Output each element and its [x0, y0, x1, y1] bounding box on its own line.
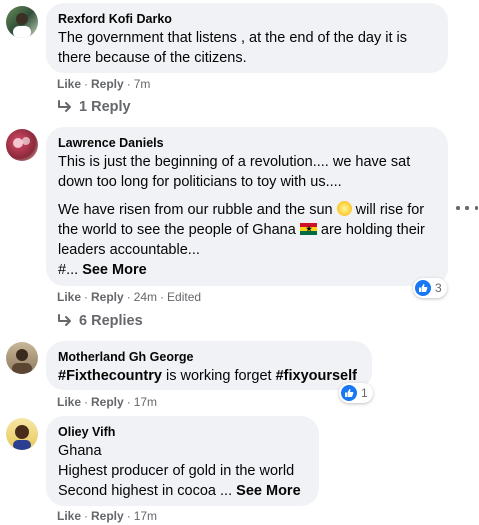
see-more-link[interactable]: See More: [236, 483, 300, 499]
reaction-count-badge[interactable]: 1: [339, 383, 373, 403]
comment-text-paragraph-2: We have risen from our rubble and the su…: [58, 200, 436, 280]
view-replies-button[interactable]: 6 Replies: [57, 311, 143, 331]
timestamp[interactable]: 17m: [134, 395, 157, 409]
like-button[interactable]: Like: [57, 509, 81, 523]
like-button[interactable]: Like: [57, 290, 81, 304]
comment-text: #Fixthecountry is working forget #fixyou…: [58, 366, 360, 386]
avatar[interactable]: [6, 418, 38, 450]
replies-count: 1 Reply: [79, 99, 131, 115]
reply-button[interactable]: Reply: [91, 509, 124, 523]
avatar[interactable]: [6, 342, 38, 374]
comment-bubble: Oliey Vifh Ghana Highest producer of gol…: [46, 416, 319, 506]
comment-author[interactable]: Rexford Kofi Darko: [58, 11, 436, 27]
like-button[interactable]: Like: [57, 395, 81, 409]
comment-bubble: Motherland Gh George #Fixthecountry is w…: [46, 341, 372, 390]
comment-bubble: Lawrence Daniels This is just the beginn…: [46, 127, 448, 286]
edited-label: Edited: [167, 290, 202, 304]
comment-actions: Like · Reply · 17m: [57, 509, 158, 523]
sun-emoji-icon: [336, 201, 352, 216]
text-segment: We have risen from our rubble and the su…: [58, 202, 333, 218]
reaction-count: 3: [435, 281, 442, 295]
see-more-link[interactable]: See More: [82, 262, 146, 278]
comment-text-line-3: Second highest in cocoa ... See More: [58, 481, 307, 501]
reply-button[interactable]: Reply: [91, 290, 124, 304]
replies-count: 6 Replies: [79, 313, 143, 329]
comment-actions: Like · Reply · 17m: [57, 395, 158, 409]
comment-text-paragraph-1: This is just the beginning of a revoluti…: [58, 154, 411, 190]
reaction-count: 1: [361, 386, 368, 400]
more-options-icon: [456, 206, 460, 210]
timestamp[interactable]: 7m: [134, 77, 151, 91]
text-segment: is working forget: [165, 368, 272, 384]
reply-button[interactable]: Reply: [91, 395, 124, 409]
avatar[interactable]: [6, 6, 38, 38]
like-button[interactable]: Like: [57, 77, 81, 91]
reply-arrow-icon: [58, 314, 71, 326]
avatar-image-icon: [13, 13, 31, 38]
avatar-image-icon: [12, 349, 32, 374]
comment-text-line-2: Highest producer of gold in the world: [58, 463, 295, 479]
reaction-count-badge[interactable]: 3: [413, 278, 447, 298]
text-segment: Second highest in cocoa ...: [58, 483, 233, 499]
avatar-image-icon: [13, 137, 30, 148]
comment-bubble: Rexford Kofi Darko The government that l…: [46, 3, 448, 73]
ghana-flag-icon: ★: [299, 223, 317, 235]
comment-text: The government that listens , at the end…: [58, 30, 408, 66]
comment-author[interactable]: Oliey Vifh: [58, 424, 307, 440]
reply-arrow-icon: [58, 100, 71, 112]
thumbs-up-icon: [341, 385, 357, 401]
thumbs-up-icon: [415, 280, 431, 296]
comment-actions: Like · Reply · 7m: [57, 77, 151, 91]
avatar[interactable]: [6, 129, 38, 161]
hashtag-truncated[interactable]: #...: [58, 262, 78, 278]
comment-author[interactable]: Motherland Gh George: [58, 349, 360, 365]
reply-button[interactable]: Reply: [91, 77, 124, 91]
comment-text-line-1: Ghana: [58, 443, 102, 459]
view-replies-button[interactable]: 1 Reply: [57, 97, 131, 117]
more-options-button[interactable]: [456, 200, 478, 216]
hashtag-link[interactable]: #fixyourself: [276, 368, 357, 384]
timestamp[interactable]: 17m: [134, 509, 157, 523]
comment-author[interactable]: Lawrence Daniels: [58, 135, 436, 151]
timestamp[interactable]: 24m: [134, 290, 157, 304]
hashtag-link[interactable]: #Fixthecountry: [58, 368, 162, 384]
avatar-image-icon: [13, 425, 31, 450]
comment-actions: Like · Reply · 24m · Edited: [57, 290, 202, 304]
